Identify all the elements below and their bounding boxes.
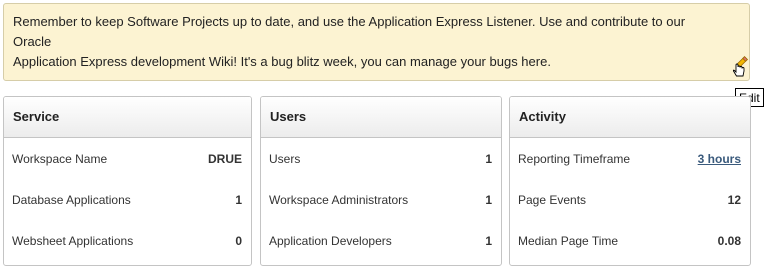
row-label: Websheet Applications [12, 233, 134, 248]
pencil-icon[interactable] [731, 56, 751, 78]
service-row-workspace-name: Workspace Name DRUE [4, 138, 251, 179]
users-panel: Users Users 1 Workspace Administrators 1… [260, 96, 502, 266]
activity-row-page-events: Page Events 12 [510, 179, 750, 220]
service-panel-title: Service [4, 97, 251, 138]
users-row-users: Users 1 [261, 138, 501, 179]
row-label: Application Developers [269, 233, 392, 248]
activity-row-median-page-time: Median Page Time 0.08 [510, 220, 750, 261]
row-value: DRUE [207, 151, 242, 166]
row-label: Workspace Administrators [269, 192, 409, 207]
row-label: Users [269, 151, 301, 166]
reporting-timeframe-link[interactable]: 3 hours [698, 152, 741, 166]
row-label: Workspace Name [12, 151, 108, 166]
row-label: Database Applications [12, 192, 131, 207]
service-row-database-applications: Database Applications 1 [4, 179, 251, 220]
row-value: 0 [235, 233, 242, 248]
row-value: 1 [235, 192, 242, 207]
row-label: Page Events [518, 192, 587, 207]
row-value: 0.08 [717, 233, 741, 248]
activity-panel-title: Activity [510, 97, 750, 138]
row-label: Reporting Timeframe [518, 151, 631, 166]
row-value: 1 [485, 151, 492, 166]
users-panel-title: Users [261, 97, 501, 138]
row-value: 12 [727, 192, 741, 207]
announcement-text: Remember to keep Software Projects up to… [13, 14, 686, 69]
activity-row-reporting-timeframe: Reporting Timeframe 3 hours [510, 138, 750, 179]
service-row-websheet-applications: Websheet Applications 0 [4, 220, 251, 261]
row-value: 1 [485, 192, 492, 207]
users-row-application-developers: Application Developers 1 [261, 220, 501, 261]
users-row-workspace-administrators: Workspace Administrators 1 [261, 179, 501, 220]
service-panel: Service Workspace Name DRUE Database App… [3, 96, 252, 266]
row-value: 1 [485, 233, 492, 248]
announcement-banner: Remember to keep Software Projects up to… [3, 3, 750, 81]
activity-panel: Activity Reporting Timeframe 3 hours Pag… [509, 96, 751, 266]
row-label: Median Page Time [518, 233, 619, 248]
